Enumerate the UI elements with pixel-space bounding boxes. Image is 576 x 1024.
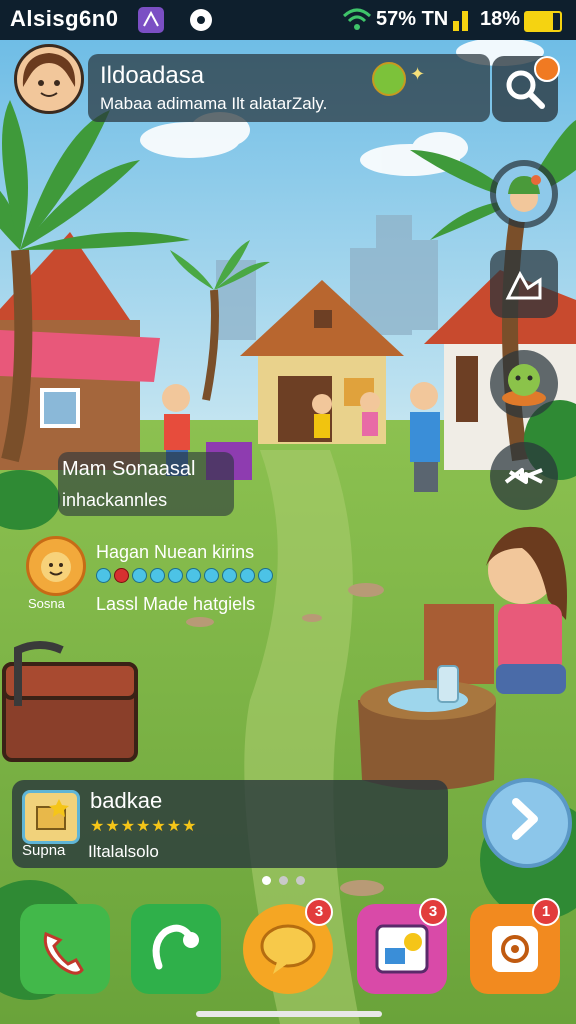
status-bar: Alsisg6n0 57% TN 18% <box>0 0 576 40</box>
quest-progress-dot <box>240 568 255 583</box>
chest-icon <box>22 790 80 844</box>
notification-badge <box>534 56 560 82</box>
notification-icon <box>190 9 212 31</box>
creature-button[interactable] <box>490 350 558 418</box>
player-avatar-icon[interactable] <box>14 44 84 114</box>
star-icon: ★ <box>90 818 105 835</box>
star-icon: ★ <box>166 818 182 835</box>
quest-panel[interactable]: Sosna Hagan Nuean kirins Lassl Made hatg… <box>20 532 320 616</box>
star-icon: ★ <box>105 818 120 835</box>
location-title: Ildoadasa <box>100 62 205 89</box>
quest-progress-dot <box>150 568 165 583</box>
battery-level <box>526 13 554 30</box>
npc-card[interactable]: Mam Sonaasal inhackannles <box>58 452 234 516</box>
reward-stars: ★ ★ ★ ★ ★ ★ ★ <box>90 816 196 836</box>
npc-role: inhackannles <box>62 490 168 510</box>
stats-button[interactable] <box>490 250 558 318</box>
app-icon[interactable] <box>138 7 164 33</box>
signal-icon <box>452 9 470 31</box>
npc-name: Mam Sonaasal <box>62 458 196 480</box>
dock-phone-button[interactable] <box>20 904 110 994</box>
page-dot[interactable] <box>279 876 288 885</box>
page-dot[interactable] <box>296 876 305 885</box>
friend-button[interactable] <box>490 160 558 228</box>
quest-description: Lassl Made hatgiels <box>96 594 256 614</box>
quest-progress-dot <box>222 568 237 583</box>
arrows-icon <box>504 468 543 484</box>
creature-icon <box>502 364 546 406</box>
quest-progress-dot <box>132 568 147 583</box>
friend-avatar-icon <box>496 166 552 222</box>
next-button[interactable] <box>482 778 572 868</box>
dock-gallery-badge: 3 <box>419 898 447 926</box>
battery-icon <box>524 11 562 32</box>
location-banner[interactable]: Ildoadasa Mabaa adimama Ilt alatarZaly. … <box>88 54 490 122</box>
star-icon: ★ <box>151 818 166 835</box>
star-icon: ★ <box>120 818 136 835</box>
quest-progress-dot <box>114 568 129 583</box>
wifi-icon <box>342 6 372 37</box>
home-indicator[interactable] <box>196 1011 382 1017</box>
fruit-icon <box>372 62 406 96</box>
quest-icon-label: Sosna <box>28 596 65 611</box>
location-subtitle: Mabaa adimama Ilt alatarZaly. <box>100 94 328 113</box>
reward-title: badkae <box>90 788 163 813</box>
clock: 18% <box>480 8 521 30</box>
quest-progress-dot <box>204 568 219 583</box>
battery-percent: 57% TN <box>376 8 449 30</box>
sparkle-icon: ✦ <box>410 64 426 84</box>
status-title: Alsisg6n0 <box>10 6 119 31</box>
reward-icon-label: Supna <box>22 842 66 859</box>
chart-icon <box>505 270 542 300</box>
swap-button[interactable] <box>490 442 558 510</box>
page-dot[interactable] <box>262 876 271 885</box>
star-icon: ★ <box>136 818 151 835</box>
quest-character-icon <box>26 536 86 596</box>
dock-settings-badge: 1 <box>532 898 560 926</box>
quest-progress <box>96 568 273 583</box>
quest-progress-dot <box>168 568 183 583</box>
star-icon: ★ <box>182 818 197 835</box>
dock-chat-badge: 3 <box>305 898 333 926</box>
quest-title: Hagan Nuean kirins <box>96 542 255 562</box>
dock-headset-button[interactable] <box>131 904 221 994</box>
reward-description: Iltalalsolo <box>88 842 159 861</box>
quest-progress-dot <box>96 568 111 583</box>
reward-card[interactable]: Supna badkae ★ ★ ★ ★ ★ ★ ★ Iltalalsolo <box>12 780 448 868</box>
quest-progress-dot <box>258 568 273 583</box>
page-indicator <box>262 876 305 885</box>
chevron-right-icon <box>512 798 538 840</box>
quest-progress-dot <box>186 568 201 583</box>
phone-icon <box>43 931 84 975</box>
headset-icon <box>152 924 199 970</box>
